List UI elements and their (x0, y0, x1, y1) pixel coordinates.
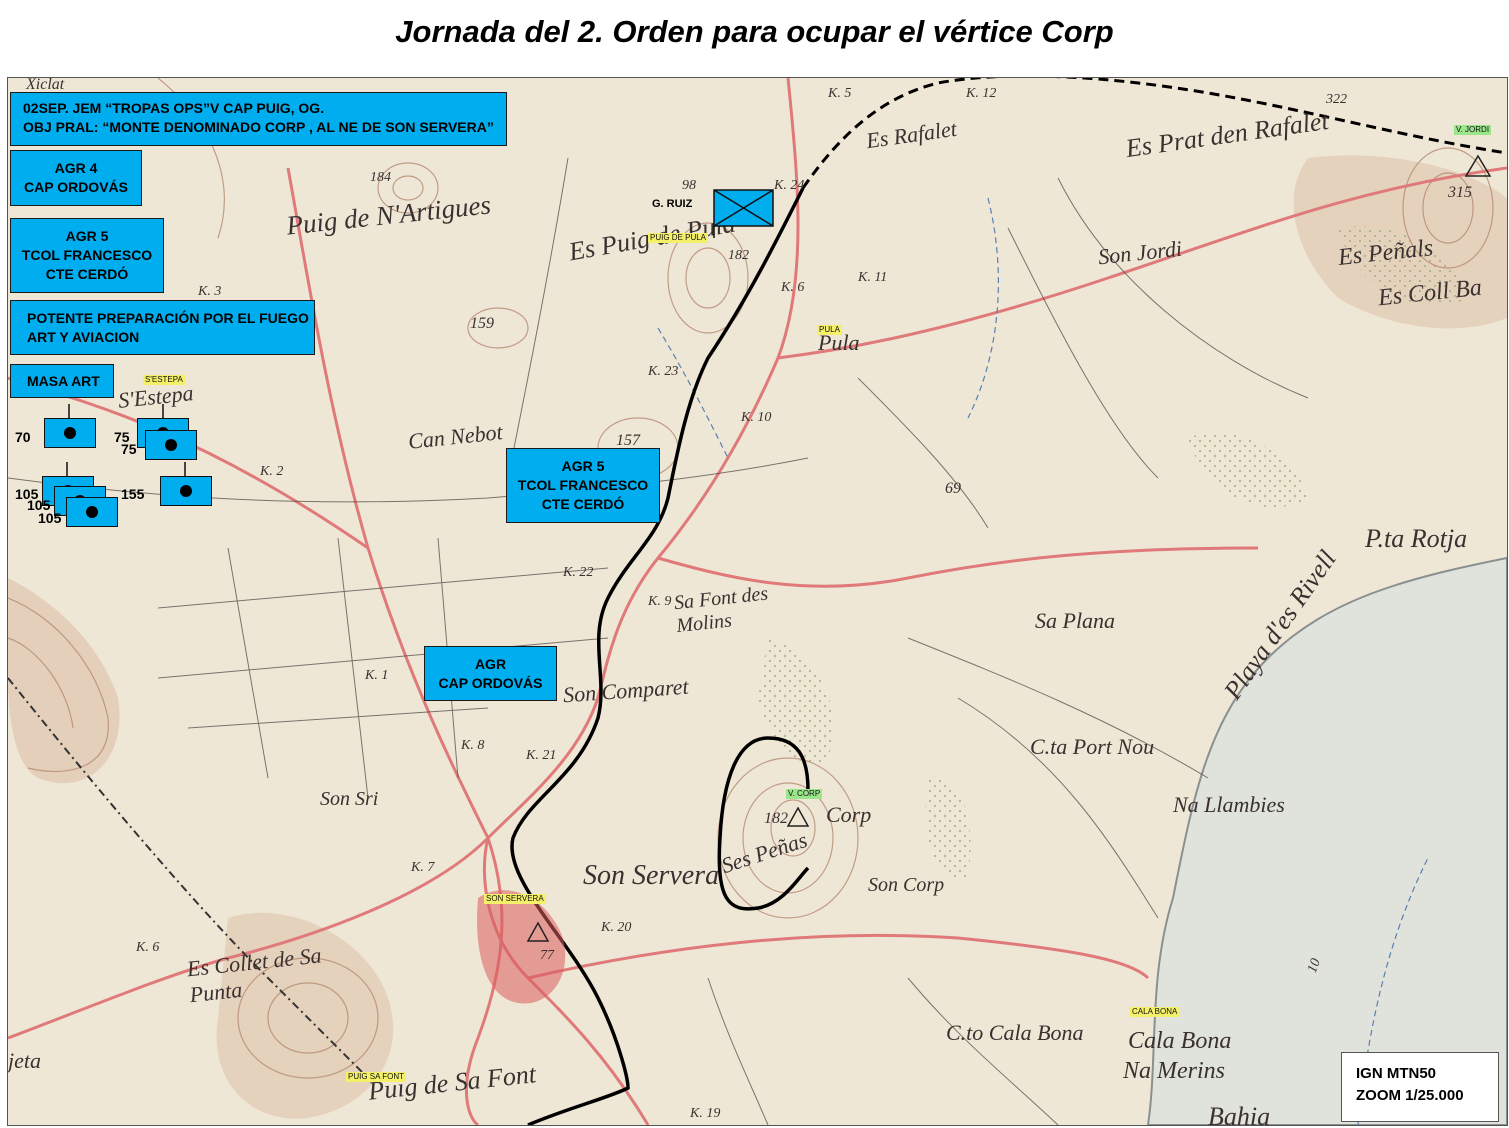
place-name: Son Servera (583, 860, 720, 891)
map-number: 69 (945, 480, 961, 497)
vegetation-area (1188, 432, 1308, 508)
artillery-label: 105 (38, 510, 62, 526)
map-number: 182 (764, 810, 788, 827)
map-number: K. 23 (648, 364, 679, 379)
legend-line: ZOOM 1/25.000 (1356, 1087, 1464, 1104)
map-number: 182 (728, 248, 749, 263)
map-number: 77 (540, 948, 554, 963)
place-label-yellow: CALA BONA (1130, 1007, 1180, 1017)
map-number: K. 24 (774, 178, 805, 193)
map-number: K. 1 (365, 668, 389, 683)
map-number: 159 (470, 315, 494, 332)
map-number: K. 8 (461, 738, 485, 753)
map-title: Jornada del 2. Orden para ocupar el vért… (395, 14, 1114, 49)
agr-map-box: AGR CAP ORDOVÁS (424, 646, 557, 701)
place-name: jeta (8, 1048, 41, 1073)
place-label-yellow: S'ESTEPA (143, 375, 185, 385)
artillery-label: 155 (121, 486, 145, 502)
artillery-unit-symbol[interactable] (44, 418, 96, 448)
box-line: TCOL FRANCESCO (517, 477, 649, 493)
place-name: Bahia (1208, 1102, 1271, 1126)
map-number: 315 (1448, 184, 1472, 201)
map-number: K. 9 (648, 594, 672, 609)
box-line: AGR 5 (561, 458, 605, 474)
map-number: K. 21 (526, 748, 557, 763)
map-number: K. 10 (741, 410, 772, 425)
place-name: Sa Plana (1035, 608, 1116, 633)
place-name: Na Merins (1123, 1058, 1225, 1084)
box-line: CAP ORDOVÁS (438, 674, 543, 691)
map-number: K. 19 (690, 1106, 721, 1121)
map-number: K. 6 (781, 280, 805, 295)
map-number: 184 (370, 170, 391, 185)
map-number: K. 2 (260, 464, 284, 479)
place-label-yellow: PUIG DE PULA (648, 233, 709, 243)
place-label-yellow: PULA (817, 325, 842, 335)
map-number: K. 11 (858, 270, 888, 285)
place-label-yellow: PUIG SA FONT (346, 1072, 407, 1082)
box-line: CTE CERDÓ (541, 496, 625, 512)
map-number: 322 (1326, 92, 1347, 107)
place-name: C.ta Port Nou (1030, 734, 1155, 759)
map-number: K. 7 (411, 860, 435, 875)
place-name: Na Llambies (1173, 792, 1285, 817)
unit-label: G. RUIZ (652, 198, 693, 210)
place-label-yellow: SON SERVERA (484, 894, 546, 904)
vertex-label-green: V. JORDI (1454, 125, 1492, 135)
vegetation-area (925, 776, 971, 880)
map-number: K. 5 (828, 86, 852, 101)
artillery-unit-symbol[interactable] (66, 497, 118, 527)
box-line: AGR (474, 655, 507, 672)
vegetation-area (758, 638, 834, 764)
map-legend: IGN MTN50 ZOOM 1/25.000 (1341, 1052, 1499, 1122)
place-name: Corp (826, 802, 872, 827)
legend-line: IGN MTN50 (1356, 1065, 1437, 1082)
hill-shading (8, 578, 120, 784)
place-name: Son Sri (320, 788, 379, 810)
map-number: K. 12 (966, 86, 997, 101)
artillery-unit-symbol[interactable] (145, 430, 197, 460)
infantry-unit-symbol[interactable] (712, 188, 776, 240)
place-name: Son Corp (868, 874, 945, 896)
map-number: 98 (682, 178, 696, 193)
artillery-label: 75 (121, 441, 137, 457)
place-name: C.to Cala Bona (946, 1020, 1084, 1045)
town-area (477, 890, 566, 1004)
vertex-label-green: V. CORP (786, 789, 823, 799)
artillery-unit-symbol[interactable] (160, 476, 212, 506)
map-number: K. 6 (136, 940, 160, 955)
artillery-label: 70 (15, 429, 31, 445)
place-name: P.ta Rotja (1365, 524, 1468, 553)
place-name: Cala Bona (1128, 1028, 1232, 1054)
agr5-map-box: AGR 5 TCOL FRANCESCO CTE CERDÓ (506, 448, 660, 523)
map-number: K. 22 (563, 565, 594, 580)
map-number: K. 20 (601, 920, 632, 935)
